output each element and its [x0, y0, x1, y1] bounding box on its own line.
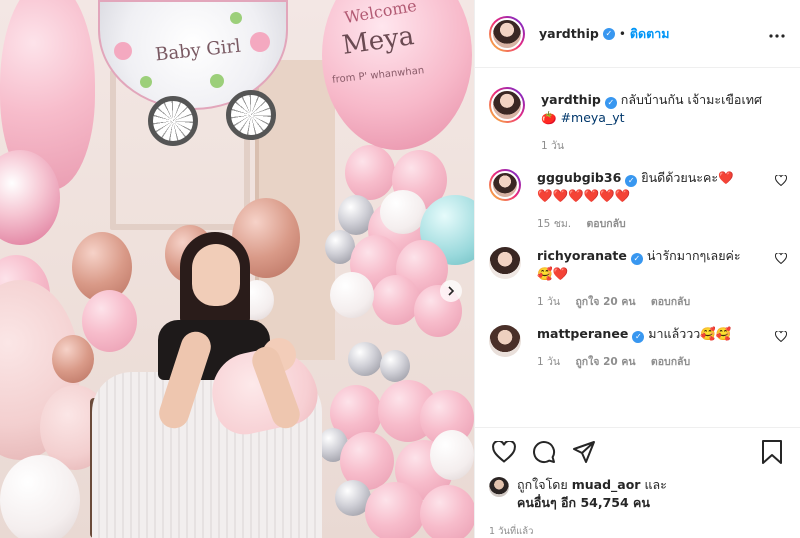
carriage-balloon-text: Baby Girl — [154, 35, 242, 66]
caption-hashtag[interactable]: #meya_yt — [561, 110, 625, 125]
caption-username[interactable]: yardthip — [541, 92, 601, 107]
welcome-balloon: Welcome Meya from P' whanwhan — [322, 0, 472, 150]
reply-button[interactable]: ตอบกลับ — [651, 296, 690, 308]
balloon — [348, 342, 382, 376]
liker-avatar[interactable] — [489, 477, 509, 497]
liked-by-and: และ — [644, 477, 667, 492]
action-bar — [489, 436, 787, 468]
verified-icon: ✓ — [630, 253, 643, 265]
caption-avatar[interactable] — [489, 87, 525, 123]
post-footer: ถูกใจโดย muad_aor และ คนอื่นๆ อีก 54,754… — [475, 427, 800, 538]
welcome-from-text: from P' whanwhan — [331, 65, 425, 86]
comment-text: ยินดีด้วยนะคะ❤️ — [641, 170, 734, 185]
verified-icon: ✓ — [602, 27, 615, 40]
comment-icon[interactable] — [529, 437, 559, 467]
liked-by-prefix: ถูกใจโดย — [517, 477, 568, 492]
comment-item: mattperanee ✓ มาแล้ววว🥰🥰 1 วัน ถูกใจ 20 ค… — [475, 325, 800, 371]
comment-item: gggubgib36 ✓ ยินดีด้วยนะคะ❤️ ❤️❤️❤️❤️❤️❤️… — [475, 169, 800, 233]
comment-time[interactable]: 1 วัน — [537, 296, 560, 308]
balloon — [82, 290, 137, 352]
caption-time[interactable]: 1 วัน — [541, 140, 564, 152]
next-arrow-icon[interactable] — [440, 280, 462, 302]
post-photo[interactable]: Baby Girl Welcome Meya from P' whanwhan — [0, 0, 474, 538]
comment-heart-icon[interactable] — [774, 174, 788, 233]
likes-summary: ถูกใจโดย muad_aor และ คนอื่นๆ อีก 54,754… — [489, 476, 787, 512]
balloon — [330, 272, 374, 318]
comment-item: richyoranate ✓ น่ารักมากๆเลยค่ะ 🥰❤️ 1 วัน… — [475, 247, 800, 311]
post-sidebar: yardthip ✓ • ติดตาม yardthip ✓ กลับบ้านกั… — [474, 0, 800, 538]
reply-button[interactable]: ตอบกลับ — [651, 356, 690, 368]
comment-text: มาแล้ววว🥰🥰 — [648, 326, 732, 341]
balloon — [0, 455, 80, 538]
carriage-wheel — [226, 90, 276, 140]
commenter-avatar[interactable] — [489, 169, 521, 201]
instagram-post: Baby Girl Welcome Meya from P' whanwhan — [0, 0, 800, 538]
commenter-avatar[interactable] — [489, 247, 521, 279]
comment-likes[interactable]: ถูกใจ 20 คน — [575, 296, 635, 308]
woman-face — [192, 244, 240, 306]
post-header: yardthip ✓ • ติดตาม — [475, 0, 800, 68]
post-timestamp[interactable]: 1 วันที่แล้ว — [489, 524, 787, 538]
comment-username[interactable]: mattperanee — [537, 326, 628, 341]
comment-heart-icon[interactable] — [774, 252, 788, 311]
balloon — [365, 482, 425, 538]
separator: • — [618, 26, 626, 41]
balloon — [372, 275, 420, 325]
caption: yardthip ✓ กลับบ้านกัน เจ้ามะเขือเทศ 🍅 #m… — [475, 87, 800, 155]
comment-time[interactable]: 15 ชม. — [537, 218, 571, 230]
balloon — [380, 350, 410, 382]
tomato-emoji: 🍅 — [541, 110, 557, 125]
commenter-avatar[interactable] — [489, 325, 521, 357]
comments-list[interactable]: yardthip ✓ กลับบ้านกัน เจ้ามะเขือเทศ 🍅 #m… — [475, 69, 800, 427]
comment-time[interactable]: 1 วัน — [537, 356, 560, 368]
heart-icon[interactable] — [489, 437, 519, 467]
balloon — [430, 430, 474, 480]
more-icon[interactable] — [768, 23, 786, 44]
welcome-name-text: Meya — [340, 21, 416, 61]
bookmark-icon[interactable] — [757, 437, 787, 467]
verified-icon: ✓ — [625, 175, 638, 187]
author-username[interactable]: yardthip — [539, 26, 599, 41]
carriage-wheel — [148, 96, 198, 146]
comment-text: น่ารักมากๆเลยค่ะ — [646, 248, 741, 263]
comment-username[interactable]: richyoranate — [537, 248, 627, 263]
verified-icon: ✓ — [604, 97, 617, 109]
balloon — [345, 145, 395, 200]
reply-button[interactable]: ตอบกลับ — [586, 218, 625, 230]
verified-icon: ✓ — [632, 331, 645, 343]
share-icon[interactable] — [569, 437, 599, 467]
liked-by-user[interactable]: muad_aor — [572, 477, 641, 492]
likes-others-count[interactable]: คนอื่นๆ อีก 54,754 คน — [517, 494, 667, 512]
follow-button[interactable]: ติดตาม — [630, 24, 670, 44]
comment-likes[interactable]: ถูกใจ 20 คน — [575, 356, 635, 368]
caption-text: กลับบ้านกัน เจ้ามะเขือเทศ — [620, 92, 762, 107]
comment-text-line2: ❤️❤️❤️❤️❤️❤️ — [537, 188, 631, 203]
balloon — [420, 485, 474, 538]
comment-text-line2: 🥰❤️ — [537, 266, 569, 281]
balloon — [52, 335, 94, 383]
comment-heart-icon[interactable] — [774, 330, 788, 371]
author-avatar[interactable] — [489, 15, 525, 52]
comment-username[interactable]: gggubgib36 — [537, 170, 621, 185]
